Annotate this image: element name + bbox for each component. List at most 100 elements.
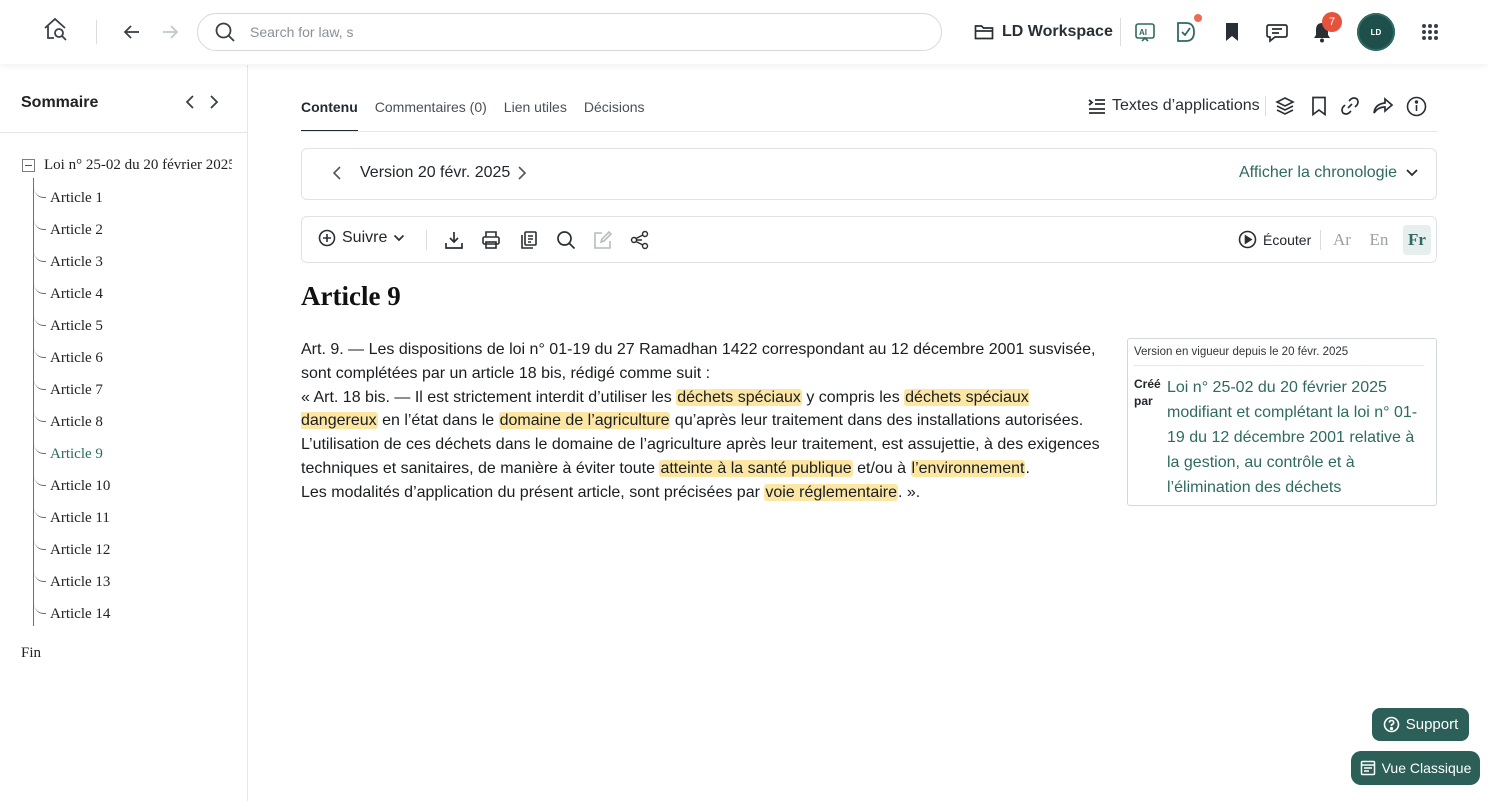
search-input[interactable] xyxy=(250,24,900,40)
document-check-icon[interactable] xyxy=(1173,18,1199,46)
tree-connector xyxy=(34,316,46,326)
bookmark-outline-icon[interactable] xyxy=(1311,94,1327,118)
sidebar-tree-item-label: Article 5 xyxy=(50,317,103,334)
tree-root[interactable]: Loi n° 25-02 du 20 février 2025 xyxy=(22,157,232,174)
keyword-highlight[interactable]: domaine de l’agriculture xyxy=(498,412,671,430)
play-circle-icon xyxy=(1238,230,1257,249)
lang-ar-button[interactable]: Ar xyxy=(1328,225,1356,255)
search-bar[interactable] xyxy=(197,13,942,51)
chronology-label: Afficher la chronologie xyxy=(1239,164,1398,181)
classic-view-button[interactable]: Vue Classique xyxy=(1351,751,1480,785)
sidebar-tree-item-label: Article 3 xyxy=(50,253,103,270)
lang-fr-button[interactable]: Fr xyxy=(1403,225,1431,255)
copy-icon[interactable] xyxy=(518,229,540,251)
text-run: qu’après leur traitement dans des instal… xyxy=(670,412,1084,430)
tree-connector xyxy=(34,444,46,454)
sidebar-tree-item-label: Article 13 xyxy=(50,573,111,590)
bookmark-icon[interactable] xyxy=(1220,20,1244,44)
sidebar-tree-item[interactable]: Article 7 xyxy=(34,380,103,400)
sidebar-tree-item[interactable]: Article 4 xyxy=(34,284,103,304)
tree-connector xyxy=(34,188,46,198)
follow-button[interactable]: Suivre xyxy=(318,229,405,247)
tab-commentaires[interactable]: Commentaires (0) xyxy=(375,97,487,132)
edit-icon[interactable] xyxy=(592,229,614,251)
keyword-highlight[interactable]: atteinte à la santé publique xyxy=(659,459,853,477)
tab-contenu[interactable]: Contenu xyxy=(301,97,358,132)
print-icon[interactable] xyxy=(480,229,502,251)
tree-connector xyxy=(34,348,46,358)
textes-applications-button[interactable]: Textes d’applications xyxy=(1088,94,1260,118)
source-law-link[interactable]: Loi n° 25-02 du 20 février 2025 modifian… xyxy=(1167,375,1429,500)
chat-icon[interactable] xyxy=(1264,19,1290,45)
chevron-left-icon[interactable] xyxy=(180,91,200,113)
tree-connector xyxy=(34,476,46,486)
sidebar-tree-item[interactable]: Article 13 xyxy=(34,572,110,592)
layout-icon xyxy=(1360,760,1376,776)
lang-en-button[interactable]: En xyxy=(1365,225,1393,255)
chronology-toggle[interactable]: Afficher la chronologie xyxy=(1239,164,1419,182)
tab-decisions[interactable]: Décisions xyxy=(584,97,645,132)
sidebar-title: Sommaire xyxy=(21,94,99,111)
layers-icon[interactable] xyxy=(1275,94,1295,118)
sidebar-tree-item[interactable]: Article 12 xyxy=(34,540,110,560)
tree-connector xyxy=(34,572,46,582)
top-bar: LD Workspace AI 7 LD xyxy=(0,0,1488,64)
share-icon[interactable] xyxy=(1372,94,1394,118)
version-next-icon[interactable] xyxy=(515,165,529,181)
sidebar-tree-item[interactable]: Article 14 xyxy=(34,604,110,624)
workspace-button[interactable]: LD Workspace xyxy=(974,16,1113,48)
forward-arrow-icon[interactable] xyxy=(158,20,182,44)
sidebar-tree-item[interactable]: Article 5 xyxy=(34,316,103,336)
search-icon[interactable] xyxy=(555,229,577,251)
apps-grid-icon[interactable] xyxy=(1418,20,1442,44)
article-body: Art. 9. — Les dispositions de loi n° 01-… xyxy=(301,338,1106,505)
keyword-highlight[interactable]: l’environnement xyxy=(910,459,1026,477)
text-run: . xyxy=(1025,459,1030,477)
sidebar-tree-item[interactable]: Article 6 xyxy=(34,348,103,368)
home-search-icon[interactable] xyxy=(40,14,70,44)
version-prev-icon[interactable] xyxy=(330,165,344,181)
sidebar-tree-item[interactable]: Article 10 xyxy=(34,476,110,496)
support-button[interactable]: Support xyxy=(1372,708,1469,741)
sidebar-tree-item-label: Article 4 xyxy=(50,285,103,302)
info-icon[interactable] xyxy=(1406,94,1427,118)
sidebar-tree-item-label: Article 7 xyxy=(50,381,103,398)
ai-icon[interactable]: AI xyxy=(1132,19,1158,45)
sidebar-tree-item[interactable]: Article 1 xyxy=(34,188,103,208)
sidebar-tree-item-label: Article 6 xyxy=(50,349,103,366)
sidebar-tree-item-label: Article 14 xyxy=(50,605,111,622)
article-paragraph: « Art. 18 bis. — Il est strictement inte… xyxy=(301,386,1106,434)
created-by-label: Créé par xyxy=(1134,377,1161,408)
sidebar-tree-item[interactable]: Article 11 xyxy=(34,508,110,528)
text-run: en l’état dans le xyxy=(377,412,499,430)
sidebar-tree-item[interactable]: Article 8 xyxy=(34,412,103,432)
divider xyxy=(1320,230,1321,250)
sidebar-tree-item-label: Article 2 xyxy=(50,221,103,238)
article-paragraph: Art. 9. — Les dispositions de loi n° 01-… xyxy=(301,341,1096,382)
share-nodes-icon[interactable] xyxy=(629,229,651,251)
sidebar-tree-item[interactable]: Article 2 xyxy=(34,220,103,240)
sidebar-tree-item-label: Article 9 xyxy=(50,445,103,462)
chevron-right-icon[interactable] xyxy=(204,91,224,113)
textes-label: Textes d’applications xyxy=(1112,97,1260,114)
support-label: Support xyxy=(1405,716,1459,733)
keyword-highlight[interactable]: déchets spéciaux xyxy=(676,388,802,406)
text-run: y compris les xyxy=(801,388,905,406)
sidebar-tree-item[interactable]: Article 3 xyxy=(34,252,103,272)
article-paragraph: L’utilisation de ces déchets dans le dom… xyxy=(301,433,1106,481)
collapse-icon[interactable] xyxy=(22,159,35,172)
divider xyxy=(426,230,427,250)
tree-connector xyxy=(34,412,46,422)
link-icon[interactable] xyxy=(1340,94,1360,118)
avatar[interactable]: LD xyxy=(1357,13,1395,51)
back-arrow-icon[interactable] xyxy=(120,20,144,44)
divider xyxy=(1265,96,1266,116)
sidebar-header: Sommaire xyxy=(0,65,247,133)
sidebar-tree-item[interactable]: Article 9 xyxy=(34,444,103,464)
download-icon[interactable] xyxy=(443,229,465,251)
listen-button[interactable]: Écouter xyxy=(1238,230,1311,249)
text-run: et/ou à xyxy=(852,459,911,477)
tab-liens-utiles[interactable]: Lien utiles xyxy=(504,97,567,132)
tabs-divider xyxy=(301,131,1437,132)
keyword-highlight[interactable]: voie réglementaire xyxy=(764,483,898,501)
